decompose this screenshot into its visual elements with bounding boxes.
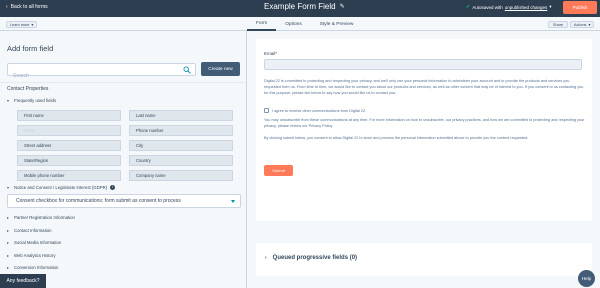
required-mark: *	[275, 51, 278, 56]
field-email: Email	[17, 125, 121, 136]
caret-down-icon	[231, 200, 235, 203]
actions-label: Actions	[574, 22, 587, 27]
group-partner-registration[interactable]: ▸ Partner Registration Information	[7, 215, 75, 220]
create-new-button[interactable]: Create new	[201, 62, 240, 76]
chevron-down-icon: ▾	[31, 23, 34, 27]
tab-options[interactable]: Options	[276, 17, 311, 31]
chevron-down-icon: ▾	[7, 98, 10, 103]
group-label: Notice and Consent / Legitimate Interest…	[14, 185, 108, 190]
group-label: Frequently used fields	[14, 98, 57, 103]
back-link-label: Back to all forms	[10, 4, 48, 10]
back-to-all-forms-link[interactable]: ‹ Back to all forms	[6, 4, 48, 10]
group-social-media[interactable]: ▸ Social Media Information	[7, 240, 61, 245]
field-first-name[interactable]: First name	[17, 110, 121, 121]
field-state-region[interactable]: State/Region	[17, 155, 121, 166]
autosave-text: Autosaved with	[472, 4, 503, 10]
check-icon: ✔	[466, 4, 471, 10]
pencil-icon[interactable]: ✎	[340, 3, 345, 10]
learn-more-label: Learn more	[10, 22, 30, 27]
learn-more-button[interactable]: Learn more ▾	[6, 21, 38, 28]
consent-type-select[interactable]: Consent checkbox for communications; for…	[7, 194, 241, 208]
chevron-down-icon[interactable]: ▾	[549, 4, 551, 10]
field-country[interactable]: Country	[129, 155, 233, 166]
group-label: Contact Information	[14, 228, 52, 233]
field-street-address[interactable]: Street address	[17, 140, 121, 151]
search-icon[interactable]	[183, 66, 191, 74]
group-contact-information[interactable]: ▸ Contact Information	[7, 228, 52, 233]
consent-checkbox-row[interactable]: I agree to receive other communications …	[264, 108, 366, 113]
chevron-right-icon: ▸	[7, 265, 10, 270]
chevron-right-icon: ▸	[7, 228, 10, 233]
group-label: Web Analytics History	[14, 253, 56, 258]
field-city[interactable]: City	[129, 140, 233, 151]
group-conversion[interactable]: ▸ Conversion Information	[7, 265, 58, 270]
group-web-analytics[interactable]: ▸ Web Analytics History	[7, 253, 55, 258]
chevron-right-icon: ›	[265, 255, 267, 261]
actions-button[interactable]: Actions ▾	[570, 21, 595, 28]
chevron-down-icon: ▾	[588, 23, 591, 27]
field-mobile-phone-number[interactable]: Mobile phone number	[17, 170, 121, 181]
share-button[interactable]: Share	[548, 21, 569, 28]
editor-toolbar: Learn more ▾ Form Options Style & Previe…	[0, 17, 600, 31]
chevron-right-icon: ▸	[7, 215, 10, 220]
form-preview-canvas: Email* Digital 22 is committed to protec…	[248, 31, 600, 288]
group-gdpr[interactable]: ▾ Notice and Consent / Legitimate Intere…	[7, 185, 116, 190]
consent-checkbox-label: I agree to receive other communications …	[272, 108, 367, 113]
group-label: Social Media Information	[14, 240, 62, 245]
chevron-right-icon: ▸	[7, 253, 10, 258]
help-button[interactable]: Help	[578, 270, 595, 287]
group-label: Conversion Information	[14, 265, 59, 270]
queued-progressive-fields-card[interactable]: › Queued progressive fields (0)	[256, 243, 592, 276]
tab-style-preview[interactable]: Style & Preview	[311, 17, 363, 31]
tab-form[interactable]: Form	[247, 17, 277, 31]
unsubscribe-text: You may unsubscribe from these communica…	[264, 118, 585, 128]
info-icon[interactable]: i	[110, 185, 116, 190]
privacy-text: Digital 22 is committed to protecting an…	[264, 79, 584, 95]
queued-progressive-fields-header[interactable]: › Queued progressive fields (0)	[265, 255, 357, 261]
form-title[interactable]: Example Form Field ✎	[264, 2, 345, 11]
group-frequently-used[interactable]: ▾ Frequently used fields	[7, 98, 56, 103]
divider	[0, 82, 246, 83]
consent-checkbox[interactable]	[264, 108, 269, 113]
submit-button[interactable]: Submit	[264, 165, 293, 176]
email-field[interactable]	[264, 59, 582, 70]
queued-label: Queued progressive fields (0)	[272, 255, 358, 261]
submit-consent-text: By clicking submit below, you consent to…	[264, 136, 529, 140]
form-title-text: Example Form Field	[264, 2, 336, 11]
search-input[interactable]	[8, 70, 178, 82]
publish-button[interactable]: Publish	[563, 1, 597, 14]
autosave-status: ✔ Autosaved with unpublished changes ▾	[466, 4, 552, 10]
email-field-label[interactable]: Email*	[264, 51, 277, 56]
unpublished-changes-link[interactable]: unpublished changes	[505, 5, 548, 10]
group-label: Partner Registration Information	[14, 215, 75, 220]
chevron-right-icon: ▸	[7, 240, 10, 245]
field-company-name[interactable]: Company name	[129, 170, 233, 181]
field-phone-number[interactable]: Phone number	[129, 125, 233, 136]
form-preview-card: Email* Digital 22 is committed to protec…	[256, 39, 592, 221]
editor-tabs: Form Options Style & Preview	[247, 17, 362, 31]
top-navigation-bar: ‹ Back to all forms Example Form Field ✎…	[0, 0, 600, 17]
email-label-text: Email	[264, 51, 276, 56]
consent-select-value: Consent checkbox for communications; for…	[16, 198, 181, 204]
search-field-container	[7, 63, 196, 82]
contact-properties-heading: Contact Properties	[7, 86, 49, 92]
feedback-button[interactable]: Any feedback?	[0, 274, 46, 288]
panel-heading: Add form field	[7, 44, 54, 53]
chevron-left-icon: ‹	[6, 4, 8, 10]
field-last-name[interactable]: Last name	[129, 110, 233, 121]
chevron-down-icon: ▾	[7, 185, 10, 190]
add-form-field-panel: Add form field Create new Contact Proper…	[0, 31, 247, 288]
